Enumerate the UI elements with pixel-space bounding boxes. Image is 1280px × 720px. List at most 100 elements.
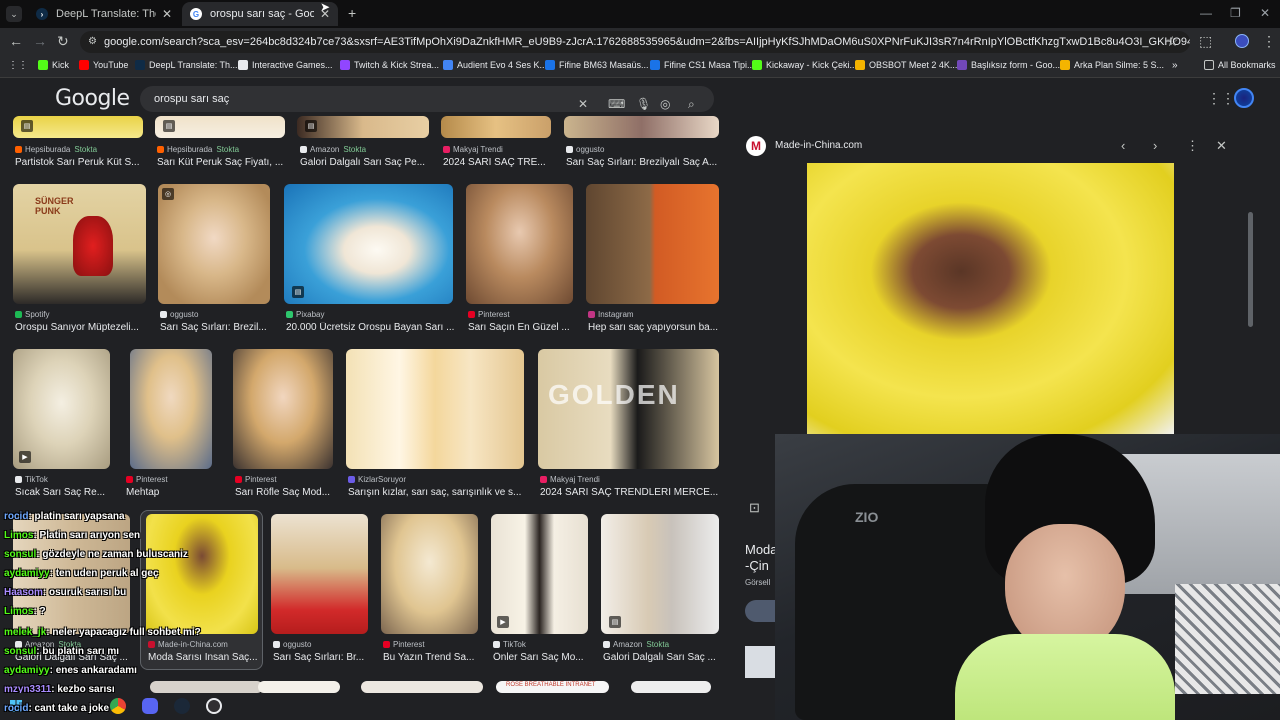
result-thumbnail[interactable]: ◎ bbox=[158, 184, 270, 304]
result-source[interactable]: Pixabay bbox=[286, 310, 324, 319]
result-thumbnail[interactable]: ▤ bbox=[13, 116, 143, 138]
profile-avatar[interactable] bbox=[1235, 34, 1249, 48]
keyboard-icon[interactable]: ⌨ bbox=[608, 91, 625, 117]
discord-icon[interactable] bbox=[142, 698, 158, 714]
result-caption[interactable]: Sarı Röfle Saç Mod... bbox=[235, 487, 335, 498]
address-bar[interactable]: ⚙ google.com/search?sca_esv=264bc8d324b7… bbox=[80, 31, 1190, 53]
result-caption[interactable]: 20.000 Ücretsiz Orospu Bayan Sarı ... bbox=[286, 322, 456, 333]
result-caption[interactable]: Sıcak Sarı Saç Re... bbox=[15, 487, 115, 498]
bookmark-google-form[interactable]: Başlıksız form - Goo... bbox=[957, 60, 1060, 70]
result-source[interactable]: TikTok bbox=[15, 475, 48, 484]
bookmark-background-remove[interactable]: Arka Plan Silme: 5 S... bbox=[1060, 60, 1164, 70]
result-source[interactable]: Makyaj Trendi bbox=[540, 475, 600, 484]
result-caption[interactable]: Önler Sarı Saç Mo... bbox=[493, 652, 593, 663]
close-panel-icon[interactable]: ✕ bbox=[1216, 138, 1227, 154]
result-caption[interactable]: 2024 SARI SAÇ TRE... bbox=[443, 157, 553, 168]
result-caption[interactable]: Sarı Saç Sırları: Brezilyalı Saç A... bbox=[566, 157, 720, 168]
result-thumbnail[interactable]: GOLDEN bbox=[538, 349, 719, 469]
bookmark-kickaway[interactable]: Kickaway - Kick Çeki... bbox=[752, 60, 857, 70]
apps-grid-icon[interactable]: ⋮⋮ bbox=[8, 60, 28, 71]
result-thumbnail[interactable]: ▤ bbox=[601, 514, 719, 634]
result-source[interactable]: KizlarSoruyor bbox=[348, 475, 406, 484]
result-thumbnail[interactable] bbox=[271, 514, 368, 634]
result-thumbnail[interactable] bbox=[441, 116, 551, 138]
result-caption[interactable]: Bu Yazın Trend Sa... bbox=[383, 652, 483, 663]
result-thumbnail[interactable]: ▤ bbox=[284, 184, 453, 304]
chrome-icon[interactable] bbox=[110, 698, 126, 714]
bookmark-kick[interactable]: Kick bbox=[38, 60, 69, 70]
back-arrow-icon[interactable]: ← bbox=[9, 33, 23, 49]
result-thumbnail[interactable]: ▤ bbox=[155, 116, 285, 138]
result-source[interactable]: Pinterest bbox=[235, 475, 277, 484]
menu-kebab-icon[interactable]: ⋮ bbox=[1262, 33, 1276, 50]
google-logo[interactable]: Google bbox=[55, 86, 130, 111]
result-thumbnail[interactable]: ROSE BREATHABLE INTRANET bbox=[496, 681, 609, 693]
result-source[interactable]: oggusto bbox=[566, 145, 604, 154]
result-source[interactable]: Amazon Stokta bbox=[300, 145, 366, 154]
result-thumbnail[interactable] bbox=[361, 681, 483, 693]
result-caption[interactable]: Hep sarı saç yapıyorsun ba... bbox=[588, 322, 720, 333]
result-caption[interactable]: Partistok Sarı Peruk Küt S... bbox=[15, 157, 145, 168]
lens-search-icon[interactable]: ⊡ bbox=[749, 500, 760, 516]
related-thumbnail[interactable] bbox=[745, 646, 775, 678]
site-info-icon[interactable]: ⚙ bbox=[88, 31, 97, 53]
bookmark-deepl[interactable]: DeepL Translate: Th... bbox=[135, 60, 238, 70]
result-caption[interactable]: Orospu Sanıyor Müptezeli... bbox=[15, 322, 150, 333]
result-caption[interactable]: Galori Dalgalı Sarı Saç Pe... bbox=[300, 157, 430, 168]
result-thumbnail[interactable] bbox=[130, 349, 212, 469]
result-thumbnail[interactable] bbox=[466, 184, 573, 304]
tab-deepl[interactable]: › DeepL Translate: The world's m ✕ bbox=[28, 2, 180, 26]
result-thumbnail[interactable] bbox=[233, 349, 333, 469]
restore-icon[interactable]: ❐ bbox=[1230, 6, 1241, 20]
bookmark-fifine-bm63[interactable]: Fifine BM63 Masaüs... bbox=[545, 60, 649, 70]
bookmark-audient[interactable]: Audient Evo 4 Ses K... bbox=[443, 60, 547, 70]
bookmark-youtube[interactable]: YouTube bbox=[79, 60, 128, 70]
result-source[interactable]: oggusto bbox=[273, 640, 311, 649]
forward-arrow-icon[interactable]: → bbox=[33, 33, 47, 49]
lens-icon[interactable]: ◎ bbox=[660, 91, 670, 117]
panel-source-link[interactable]: Made-in-China.com bbox=[775, 140, 862, 151]
previous-arrow-icon[interactable]: ‹ bbox=[1121, 138, 1125, 153]
result-caption[interactable]: Sarı Saç Sırları: Br... bbox=[273, 652, 373, 663]
close-window-icon[interactable]: ✕ bbox=[1260, 6, 1270, 20]
result-caption[interactable]: Moda Sarısı İnsan Saç... bbox=[148, 652, 260, 663]
result-thumbnail[interactable] bbox=[150, 681, 263, 693]
result-caption[interactable]: Galori Dalgalı Sarı Saç ... bbox=[603, 652, 721, 663]
result-thumbnail[interactable]: ▤ bbox=[297, 116, 429, 138]
search-icon[interactable]: ⌕ bbox=[688, 91, 695, 117]
result-thumbnail-selected[interactable] bbox=[146, 514, 258, 634]
result-source[interactable]: Pinterest bbox=[126, 475, 168, 484]
result-thumbnail[interactable]: ▶ bbox=[13, 349, 110, 469]
result-source[interactable]: Instagram bbox=[588, 310, 634, 319]
bookmark-interactive-games[interactable]: Interactive Games... bbox=[238, 60, 333, 70]
panel-scrollbar[interactable] bbox=[1248, 212, 1253, 327]
bookmark-twitch-kick[interactable]: Twitch & Kick Strea... bbox=[340, 60, 439, 70]
result-caption[interactable]: Mehtap bbox=[126, 487, 216, 498]
search-input[interactable]: orospu sarı saç ✕ ⌨ 🎙 ◎ ⌕ bbox=[140, 86, 714, 112]
tab-google-search[interactable]: G orospu sarı saç - Google'da Ara ✕ bbox=[182, 2, 338, 26]
result-source[interactable]: Spotify bbox=[15, 310, 49, 319]
result-source[interactable]: Pinterest bbox=[468, 310, 510, 319]
result-source[interactable]: Made-in-China.com bbox=[148, 640, 228, 649]
visit-button[interactable] bbox=[745, 600, 775, 622]
result-source[interactable]: TikTok bbox=[493, 640, 526, 649]
reload-icon[interactable]: ↻ bbox=[57, 33, 69, 50]
result-caption[interactable]: Sarı Küt Peruk Saç Fiyatı, ... bbox=[157, 157, 287, 168]
result-caption[interactable]: Sarı Saçın En Güzel ... bbox=[468, 322, 578, 333]
steam-icon[interactable] bbox=[174, 698, 190, 714]
panel-preview-image[interactable] bbox=[807, 163, 1174, 434]
microphone-icon[interactable]: 🎙 bbox=[636, 91, 651, 117]
all-bookmarks[interactable]: All Bookmarks bbox=[1204, 60, 1276, 70]
result-caption[interactable]: 2024 SARI SAÇ TRENDLERİ MERCE... bbox=[540, 487, 720, 498]
result-thumbnail[interactable] bbox=[346, 349, 524, 469]
close-icon[interactable]: ✕ bbox=[156, 7, 172, 21]
extensions-icon[interactable]: ⬚ bbox=[1199, 33, 1212, 50]
result-thumbnail[interactable] bbox=[564, 116, 719, 138]
new-tab-button[interactable]: + bbox=[348, 5, 356, 21]
clear-icon[interactable]: ✕ bbox=[578, 91, 588, 117]
google-account-avatar[interactable] bbox=[1234, 88, 1254, 108]
result-thumbnail[interactable] bbox=[258, 681, 340, 693]
result-thumbnail[interactable]: SÜNGER PUNK bbox=[13, 184, 146, 304]
bookmarks-overflow-icon[interactable]: » bbox=[1172, 60, 1178, 71]
obs-icon[interactable] bbox=[206, 698, 222, 714]
